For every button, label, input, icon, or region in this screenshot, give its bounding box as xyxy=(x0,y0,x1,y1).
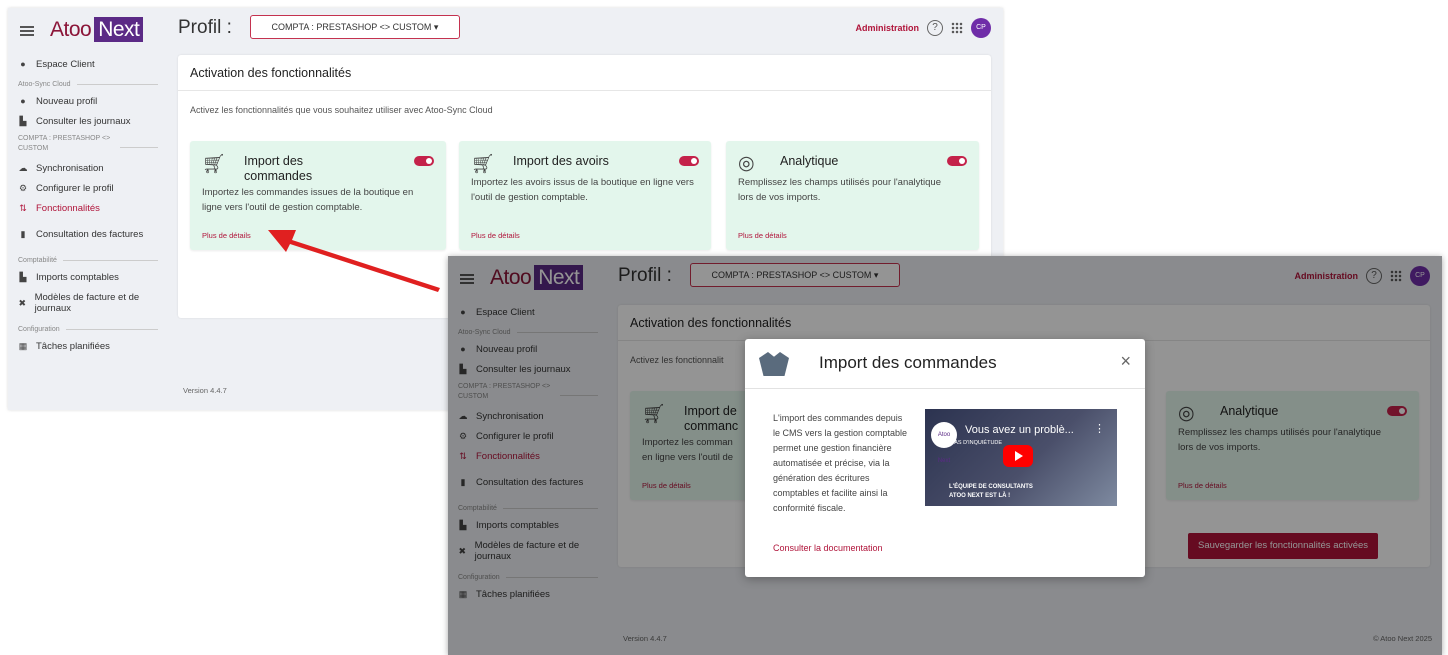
feature-toggle[interactable] xyxy=(679,156,699,166)
sidebar-section-profil: COMPTA : PRESTASHOP <> CUSTOM xyxy=(8,134,168,158)
toggle-arrows-icon: ⇅ xyxy=(19,202,27,213)
version-label: Version 4.4.7 xyxy=(183,386,227,395)
profil-select[interactable]: COMPTA : PRESTASHOP <> CUSTOM ▾ xyxy=(250,15,460,39)
profil-label: Profil : xyxy=(178,17,232,38)
more-vert-icon[interactable]: ⋮ xyxy=(1094,422,1105,435)
sidebar-item-consulter-journaux[interactable]: ▙ Consulter les journaux xyxy=(8,111,168,131)
card-title: Import des commandes xyxy=(244,154,313,183)
feature-toggle[interactable] xyxy=(414,156,434,166)
video-caption: L'ÉQUIPE DE CONSULTANTS ATOO NEXT EST LÀ … xyxy=(949,484,1033,499)
journal-icon: ▙ xyxy=(19,115,27,126)
close-icon[interactable]: × xyxy=(1120,351,1131,372)
cloud-icon: ☁ xyxy=(18,162,28,173)
chart-search-icon: ◎ xyxy=(738,153,755,174)
sidebar: ● Espace Client Atoo-Sync Cloud ● Nouveau … xyxy=(8,54,168,356)
plus-circle-icon: ● xyxy=(20,96,26,106)
feature-details-modal: Import des commandes × L'import des comm… xyxy=(745,339,1145,577)
card-description: Remplissez les champs utilisés pour l'an… xyxy=(738,177,941,203)
tools-icon: ✖ xyxy=(18,297,27,308)
user-circle-icon: ● xyxy=(20,59,26,69)
sidebar-item-consultation-factures[interactable]: ▮ Consultation des factures xyxy=(8,218,168,250)
sidebar-item-configurer-profil[interactable]: ⚙ Configurer le profil xyxy=(8,178,168,198)
video-player[interactable]: Atoo Next Vous avez un problè... ⋮ PAS D… xyxy=(925,409,1117,506)
modal-header: Import des commandes × xyxy=(745,339,1145,389)
sidebar-item-fonctionnalites[interactable]: ⇅ Fonctionnalités xyxy=(8,198,168,218)
sidebar-item-imports-comptables[interactable]: ▙ Imports comptables xyxy=(8,267,168,287)
cart-icon: 🛒︎ xyxy=(471,154,496,175)
feature-card-avoirs: 🛒︎ Import des avoirs Importez les avoirs… xyxy=(459,141,711,250)
sidebar-item-synchronisation[interactable]: ☁ Synchronisation xyxy=(8,158,168,178)
modal-description: L'import des commandes depuis le CMS ver… xyxy=(773,413,908,513)
feature-card-analytique: ◎ Analytique Remplissez les champs utili… xyxy=(726,141,979,250)
card-description: Importez les commandes issues de la bout… xyxy=(202,187,414,213)
sidebar-section-compta: Comptabilité xyxy=(8,253,168,267)
sidebar-item-modeles-facture[interactable]: ✖ Modèles de facture et de journaux xyxy=(8,287,168,319)
card-description: Importez les avoirs issus de la boutique… xyxy=(471,177,694,203)
administration-link[interactable]: Administration xyxy=(855,23,919,33)
settings-icon: ⚙ xyxy=(18,182,28,193)
help-icon[interactable]: ? xyxy=(927,20,943,36)
sidebar-item-taches-planifiees[interactable]: ▦ Tâches planifiées xyxy=(8,336,168,356)
more-details-link[interactable]: Plus de détails xyxy=(471,231,520,240)
more-details-link[interactable]: Plus de détails xyxy=(738,231,787,240)
sidebar-item-nouveau-profil[interactable]: ● Nouveau profil xyxy=(8,91,168,111)
play-icon[interactable] xyxy=(1003,445,1033,467)
card-title: Import des avoirs xyxy=(513,154,609,168)
more-details-link[interactable]: Plus de détails xyxy=(202,231,251,240)
import-icon: ▙ xyxy=(19,271,27,282)
panel-intro: Activez les fonctionnalités que vous sou… xyxy=(190,105,493,115)
avatar[interactable]: CP xyxy=(971,18,991,38)
documentation-link[interactable]: Consulter la documentation xyxy=(773,543,883,553)
top-right-actions: Administration ? CP xyxy=(855,18,991,38)
video-title[interactable]: Vous avez un problè... xyxy=(965,424,1074,436)
app-logo[interactable]: Atoo Next xyxy=(50,17,144,42)
annotation-arrow-icon xyxy=(268,230,440,292)
screenshot-after: Atoo Next Profil : COMPTA : PRESTASHOP <>… xyxy=(448,256,1442,655)
cart-icon: 🛒︎ xyxy=(202,154,227,175)
sidebar-item-espace-client[interactable]: ● Espace Client xyxy=(8,54,168,74)
modal-title: Import des commandes xyxy=(819,353,997,372)
calendar-icon: ▦ xyxy=(18,340,28,351)
sidebar-section-atoo: Atoo-Sync Cloud xyxy=(8,77,168,91)
feature-toggle[interactable] xyxy=(947,156,967,166)
card-title: Analytique xyxy=(780,154,839,168)
apps-grid-icon[interactable] xyxy=(951,22,963,34)
panel-title: Activation des fonctionnalités xyxy=(178,55,991,91)
sidebar-section-config: Configuration xyxy=(8,322,168,336)
video-brand-text: PAS D'INQUIÉTUDE xyxy=(951,440,1003,446)
document-icon: ▮ xyxy=(20,228,26,239)
box-icon xyxy=(759,352,789,376)
menu-icon[interactable] xyxy=(20,26,34,36)
